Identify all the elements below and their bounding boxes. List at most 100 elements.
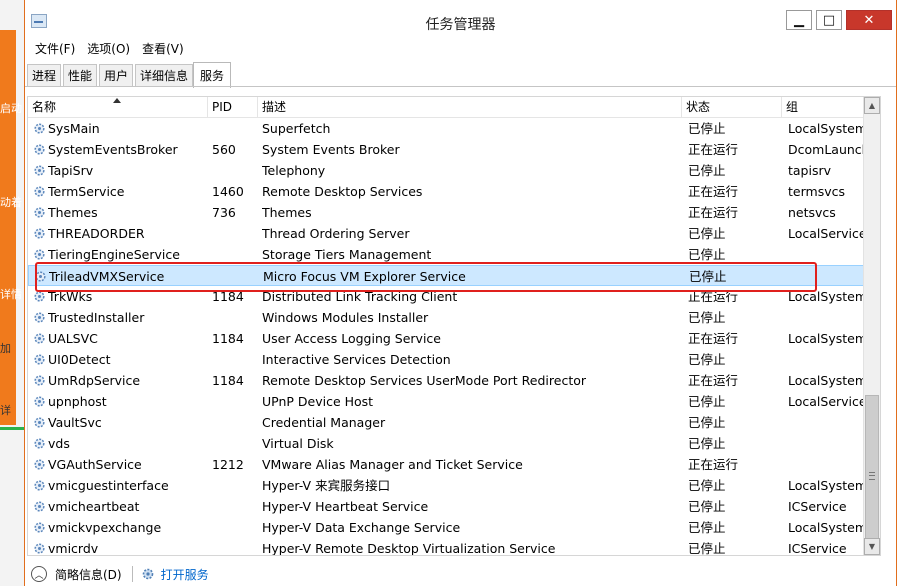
column-header-group[interactable]: 组: [782, 97, 865, 117]
service-pid: 1184: [212, 331, 244, 346]
service-row[interactable]: TrustedInstaller Windows Modules Installe…: [28, 307, 880, 328]
service-description: Storage Tiers Management: [262, 247, 432, 262]
service-description: Micro Focus VM Explorer Service: [263, 269, 466, 284]
menu-file[interactable]: 文件(F): [29, 40, 81, 57]
grip-icon: [869, 472, 875, 480]
service-row[interactable]: TapiSrv Telephony 已停止 tapisrv: [28, 160, 880, 181]
open-services-link[interactable]: 打开服务: [161, 566, 209, 583]
service-group: LocalSystem...: [788, 331, 870, 346]
menu-view[interactable]: 查看(V): [136, 40, 190, 57]
service-status: 已停止: [688, 415, 726, 430]
column-header-description[interactable]: 描述: [258, 97, 682, 117]
service-description: VMware Alias Manager and Ticket Service: [262, 457, 523, 472]
service-status: 正在运行: [688, 184, 739, 199]
service-row[interactable]: Themes 736 Themes 正在运行 netsvcs: [28, 202, 880, 223]
service-row[interactable]: vmicrdv Hyper-V Remote Desktop Virtualiza…: [28, 538, 880, 556]
service-status: 已停止: [688, 436, 726, 451]
service-row[interactable]: SysMain Superfetch 已停止 LocalSystem...: [28, 118, 880, 139]
service-row[interactable]: VaultSvc Credential Manager 已停止: [28, 412, 880, 433]
vertical-scrollbar[interactable]: ▲ ▼: [863, 97, 880, 555]
service-group: termsvcs: [788, 184, 845, 199]
tab-details[interactable]: 详细信息: [135, 64, 193, 86]
service-row[interactable]: upnphost UPnP Device Host 已停止 LocalService.…: [28, 391, 880, 412]
service-row[interactable]: vmicheartbeat Hyper-V Heartbeat Service 已停…: [28, 496, 880, 517]
service-group: ICService: [788, 499, 847, 514]
service-row[interactable]: THREADORDER Thread Ordering Server 已停止 Loca…: [28, 223, 880, 244]
service-pid: 560: [212, 142, 236, 157]
service-status: 已停止: [688, 310, 726, 325]
list-header: 名称 PID 描述 状态 组: [28, 97, 880, 118]
tab-bar: 进程 性能 用户 详细信息 服务: [25, 62, 896, 88]
service-description: Interactive Services Detection: [262, 352, 451, 367]
service-status: 已停止: [688, 247, 726, 262]
service-row[interactable]: UmRdpService 1184 Remote Desktop Services …: [28, 370, 880, 391]
service-row[interactable]: TrkWks 1184 Distributed Link Tracking Clie…: [28, 286, 880, 307]
services-list: 名称 PID 描述 状态 组 SysMain Superfetch 已停止 Local…: [27, 96, 881, 556]
service-name: TrkWks: [48, 289, 93, 304]
service-name: THREADORDER: [48, 226, 145, 241]
service-status: 正在运行: [688, 331, 739, 346]
title-bar[interactable]: 任务管理器 ▁ □ ✕: [25, 0, 896, 38]
maximize-button[interactable]: □: [816, 10, 842, 30]
service-status: 正在运行: [688, 142, 739, 157]
service-group: LocalService...: [788, 394, 870, 409]
background-green-line: [0, 427, 24, 430]
tab-performance[interactable]: 性能: [63, 64, 97, 86]
service-row[interactable]: vds Virtual Disk 已停止: [28, 433, 880, 454]
footer-bar: ︿ 简略信息(D) 打开服务: [25, 562, 896, 586]
tab-users[interactable]: 用户: [99, 64, 133, 86]
service-group: tapisrv: [788, 163, 832, 178]
background-window: 启动 动着 详情 加 详: [0, 0, 24, 586]
service-description: Superfetch: [262, 121, 331, 136]
service-group: DcomLaunch: [788, 142, 870, 157]
service-row[interactable]: UI0Detect Interactive Services Detection 已…: [28, 349, 880, 370]
menu-options[interactable]: 选项(O): [81, 40, 136, 57]
service-row[interactable]: UALSVC 1184 User Access Logging Service 正在运…: [28, 328, 880, 349]
service-status: 正在运行: [688, 205, 739, 220]
minimize-button[interactable]: ▁: [786, 10, 812, 30]
service-row[interactable]: TieringEngineService Storage Tiers Manage…: [28, 244, 880, 265]
service-name: TermService: [48, 184, 125, 199]
service-pid: 1212: [212, 457, 244, 472]
service-row[interactable]: SystemEventsBroker 560 System Events Broke…: [28, 139, 880, 160]
service-row[interactable]: VGAuthService 1212 VMware Alias Manager an…: [28, 454, 880, 475]
column-header-status[interactable]: 状态: [682, 97, 782, 117]
scroll-up-icon[interactable]: ▲: [864, 97, 880, 114]
close-button[interactable]: ✕: [846, 10, 892, 30]
service-description: Hyper-V Data Exchange Service: [262, 520, 461, 535]
selected-service-row[interactable]: TrileadVMXService Micro Focus VM Explorer…: [28, 265, 880, 286]
service-name: vmickvpexchange: [48, 520, 162, 535]
service-name: SystemEventsBroker: [48, 142, 178, 157]
service-description: Distributed Link Tracking Client: [262, 289, 458, 304]
service-name: upnphost: [48, 394, 107, 409]
service-pid: 736: [212, 205, 236, 220]
service-row[interactable]: vmickvpexchange Hyper-V Data Exchange Ser…: [28, 517, 880, 538]
service-status: 正在运行: [688, 373, 739, 388]
tab-divider: [25, 86, 896, 87]
service-name: vmicguestinterface: [48, 478, 169, 493]
column-header-name[interactable]: 名称: [28, 97, 208, 117]
service-pid: 1184: [212, 289, 244, 304]
scroll-down-icon[interactable]: ▼: [864, 538, 880, 555]
service-name: TieringEngineService: [48, 247, 180, 262]
service-name: VGAuthService: [48, 457, 142, 472]
service-name: vmicrdv: [48, 541, 99, 556]
service-name: UALSVC: [48, 331, 98, 346]
tab-processes[interactable]: 进程: [27, 64, 61, 86]
chevron-up-icon[interactable]: ︿: [31, 566, 47, 582]
service-description: Themes: [262, 205, 312, 220]
service-description: Hyper-V Heartbeat Service: [262, 499, 429, 514]
fewer-details-link[interactable]: 简略信息(D): [55, 566, 122, 583]
service-row[interactable]: TermService 1460 Remote Desktop Services 正在…: [28, 181, 880, 202]
tab-services[interactable]: 服务: [193, 62, 231, 88]
background-fragment: 动着: [0, 196, 22, 209]
service-status: 已停止: [688, 520, 726, 535]
service-name: Themes: [48, 205, 98, 220]
service-status: 正在运行: [688, 289, 739, 304]
service-row[interactable]: vmicguestinterface Hyper-V 来宾服务接口 已停止 Local…: [28, 475, 880, 496]
service-description: Hyper-V Remote Desktop Virtualization Se…: [262, 541, 556, 556]
window-title: 任务管理器: [425, 17, 496, 33]
service-name: TrustedInstaller: [48, 310, 145, 325]
scroll-thumb[interactable]: [865, 395, 879, 555]
column-header-pid[interactable]: PID: [208, 97, 258, 117]
